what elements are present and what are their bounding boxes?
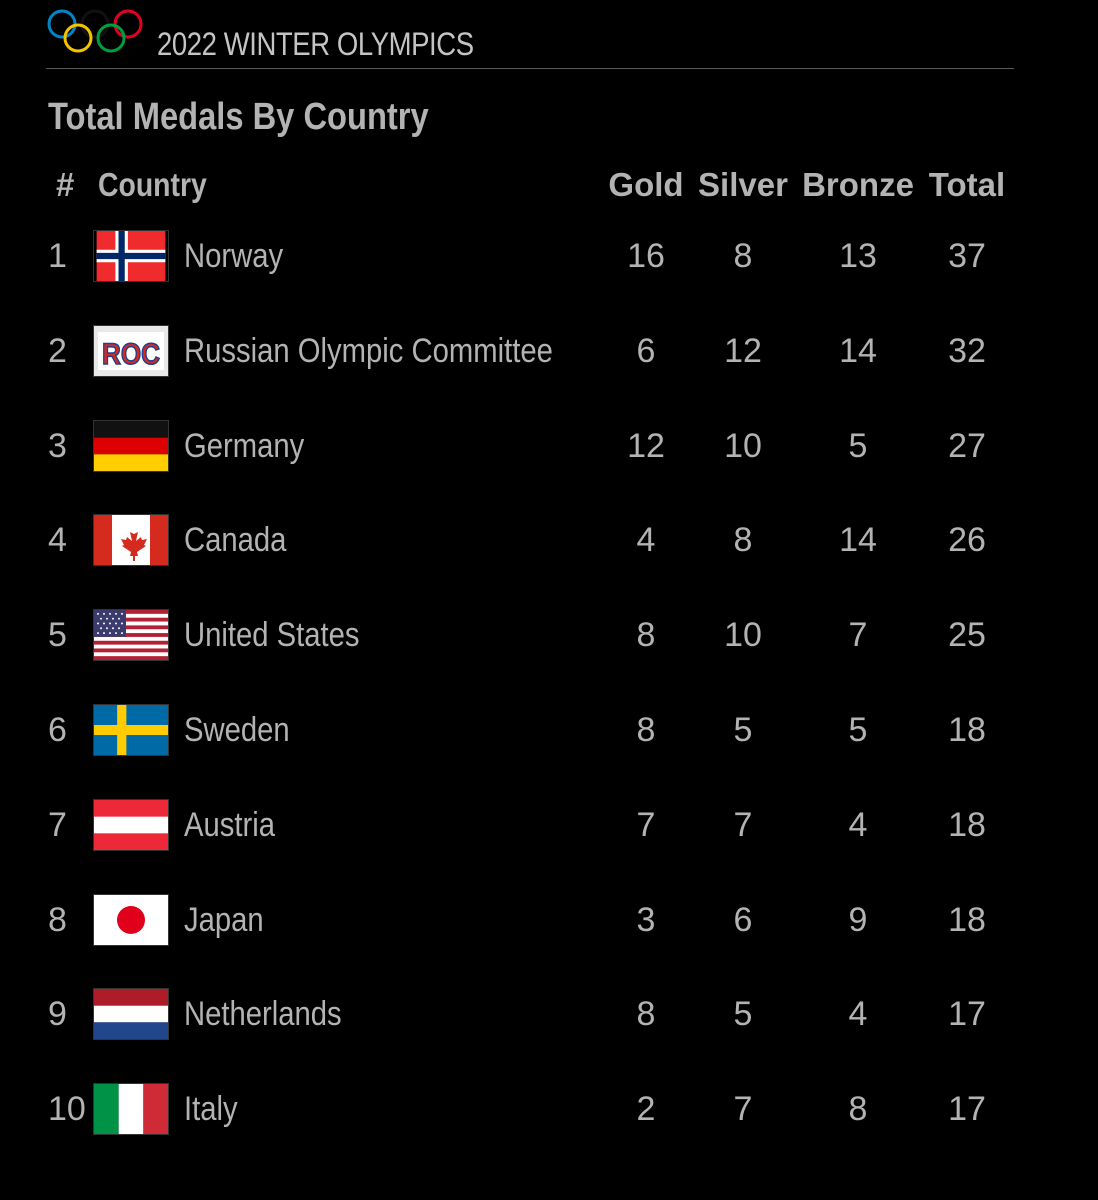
country-name: Canada bbox=[184, 521, 287, 559]
total-count: 17 bbox=[948, 1090, 986, 1128]
silver-count: 5 bbox=[733, 995, 753, 1033]
rank-cell: 1 bbox=[48, 237, 67, 275]
bronze-count: 4 bbox=[848, 995, 868, 1033]
total-count: 27 bbox=[948, 427, 986, 465]
rank-cell: 2 bbox=[48, 332, 67, 370]
column-header-bronze: Bronze bbox=[802, 166, 914, 203]
bronze-count: 9 bbox=[848, 901, 868, 939]
column-header-country: Country bbox=[98, 166, 207, 203]
gold-count: 8 bbox=[636, 616, 656, 654]
gold-count: 2 bbox=[636, 1090, 656, 1128]
country-name: Germany bbox=[184, 427, 305, 465]
silver-count: 10 bbox=[724, 427, 762, 465]
canada-flag-icon bbox=[94, 515, 168, 565]
country-name: Austria bbox=[184, 806, 276, 844]
country-name: Japan bbox=[184, 901, 264, 939]
country-name: Italy bbox=[184, 1090, 238, 1128]
bronze-count: 5 bbox=[848, 427, 868, 465]
header: 2022 WINTER OLYMPICS bbox=[46, 8, 1014, 69]
total-count: 25 bbox=[948, 616, 986, 654]
bronze-count: 14 bbox=[839, 521, 877, 559]
column-header-gold: Gold bbox=[608, 166, 684, 203]
bronze-count: 4 bbox=[848, 806, 868, 844]
column-header-total: Total bbox=[928, 166, 1006, 203]
roc-flag-icon: ROC bbox=[94, 326, 168, 376]
section-title: Total Medals By Country bbox=[48, 96, 429, 138]
gold-count: 12 bbox=[627, 427, 665, 465]
column-header-rank: # bbox=[56, 166, 75, 203]
total-count: 18 bbox=[948, 901, 986, 939]
silver-count: 5 bbox=[733, 711, 753, 749]
gold-count: 6 bbox=[636, 332, 656, 370]
norway-flag-icon bbox=[94, 231, 168, 281]
netherlands-flag-icon bbox=[94, 989, 168, 1039]
bronze-count: 7 bbox=[848, 616, 868, 654]
silver-count: 6 bbox=[733, 901, 753, 939]
silver-count: 10 bbox=[724, 616, 762, 654]
total-count: 37 bbox=[948, 237, 986, 275]
sweden-flag-icon bbox=[94, 705, 168, 755]
bronze-count: 8 bbox=[848, 1090, 868, 1128]
gold-count: 8 bbox=[636, 995, 656, 1033]
country-name: Netherlands bbox=[184, 995, 342, 1033]
total-count: 32 bbox=[948, 332, 986, 370]
bronze-count: 14 bbox=[839, 332, 877, 370]
country-name: Russian Olympic Committee bbox=[184, 332, 553, 370]
austria-flag-icon bbox=[94, 800, 168, 850]
silver-count: 8 bbox=[733, 521, 753, 559]
rank-cell: 4 bbox=[48, 521, 67, 559]
silver-count: 7 bbox=[733, 1090, 753, 1128]
country-name: Norway bbox=[184, 237, 284, 275]
svg-text:ROC: ROC bbox=[102, 338, 160, 371]
bronze-count: 5 bbox=[848, 711, 868, 749]
total-count: 17 bbox=[948, 995, 986, 1033]
rank-cell: 3 bbox=[48, 427, 67, 465]
gold-count: 4 bbox=[636, 521, 656, 559]
rank-cell: 5 bbox=[48, 616, 67, 654]
total-count: 18 bbox=[948, 806, 986, 844]
gold-count: 16 bbox=[627, 237, 665, 275]
silver-count: 8 bbox=[733, 237, 753, 275]
app-title: 2022 WINTER OLYMPICS bbox=[157, 26, 474, 62]
germany-flag-icon bbox=[94, 421, 168, 471]
rank-cell: 9 bbox=[48, 995, 67, 1033]
gold-count: 7 bbox=[636, 806, 656, 844]
rank-cell: 6 bbox=[48, 711, 67, 749]
usa-flag-icon bbox=[94, 610, 168, 660]
total-count: 18 bbox=[948, 711, 986, 749]
gold-count: 8 bbox=[636, 711, 656, 749]
country-name: United States bbox=[184, 616, 360, 654]
column-header-silver: Silver bbox=[698, 166, 788, 203]
country-name: Sweden bbox=[184, 711, 290, 749]
gold-count: 3 bbox=[636, 901, 656, 939]
rank-cell: 8 bbox=[48, 901, 67, 939]
olympic-rings-icon bbox=[47, 9, 143, 53]
japan-flag-icon bbox=[94, 895, 168, 945]
rank-cell: 7 bbox=[48, 806, 67, 844]
silver-count: 12 bbox=[724, 332, 762, 370]
rank-cell: 10 bbox=[48, 1090, 86, 1128]
bronze-count: 13 bbox=[839, 237, 877, 275]
silver-count: 7 bbox=[733, 806, 753, 844]
total-count: 26 bbox=[948, 521, 986, 559]
italy-flag-icon bbox=[94, 1084, 168, 1134]
